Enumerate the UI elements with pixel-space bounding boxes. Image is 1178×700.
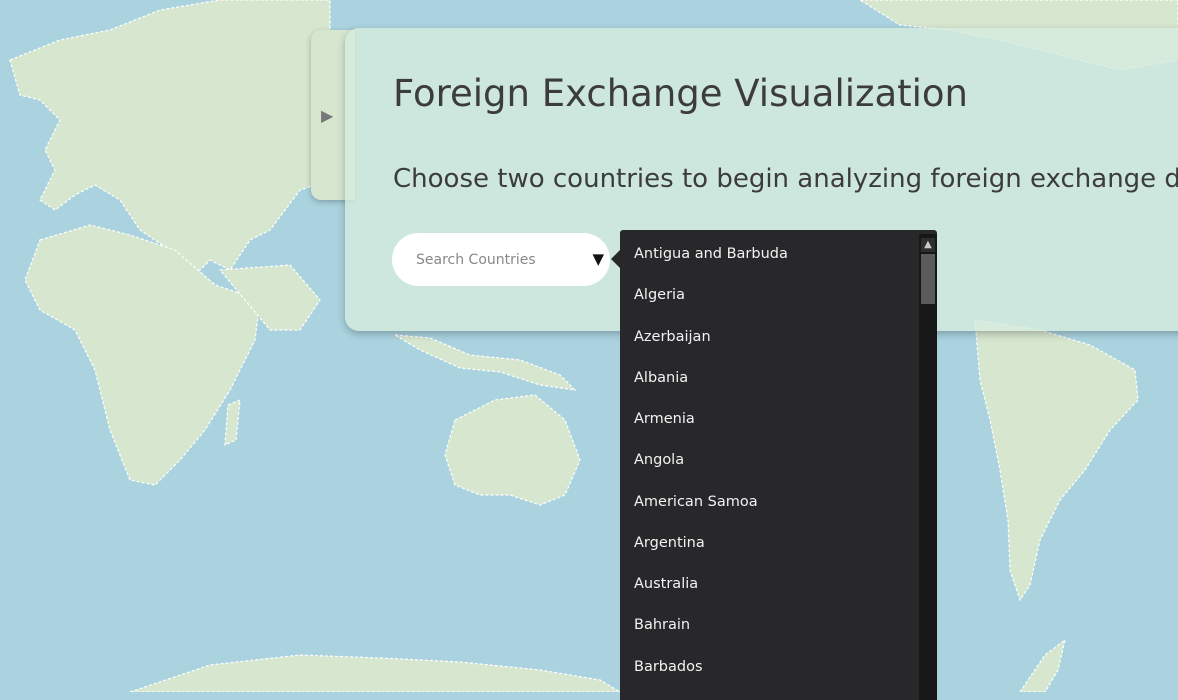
page-subtitle: Choose two countries to begin analyzing … (393, 164, 1178, 194)
dropdown-pointer (611, 250, 620, 268)
scroll-thumb[interactable] (921, 254, 935, 304)
dropdown-option[interactable]: American Samoa (634, 494, 758, 510)
dropdown-option[interactable]: Argentina (634, 535, 705, 551)
scroll-up-arrow-icon[interactable]: ▲ (921, 238, 935, 252)
triangle-right-icon: ▶ (321, 105, 334, 125)
dropdown-option[interactable]: Australia (634, 576, 698, 592)
dropdown-option[interactable]: Albania (634, 370, 688, 386)
search-input[interactable] (414, 247, 578, 273)
dropdown-option[interactable]: Bahrain (634, 617, 690, 633)
dropdown-option[interactable]: Armenia (634, 411, 695, 427)
page-title: Foreign Exchange Visualization (393, 72, 968, 115)
dropdown-scrollbar[interactable]: ▲ (919, 234, 937, 700)
dropdown-option[interactable]: Algeria (634, 287, 685, 303)
dropdown-option[interactable]: Angola (634, 452, 684, 468)
country-search-box[interactable]: ▼ (392, 233, 610, 286)
dropdown-option[interactable]: Azerbaijan (634, 329, 711, 345)
dropdown-option[interactable]: Antigua and Barbuda (634, 246, 788, 262)
dropdown-option[interactable]: Barbados (634, 659, 703, 675)
country-dropdown[interactable]: Antigua and Barbuda Algeria Azerbaijan A… (620, 230, 937, 700)
caret-down-icon[interactable]: ▼ (592, 250, 604, 268)
